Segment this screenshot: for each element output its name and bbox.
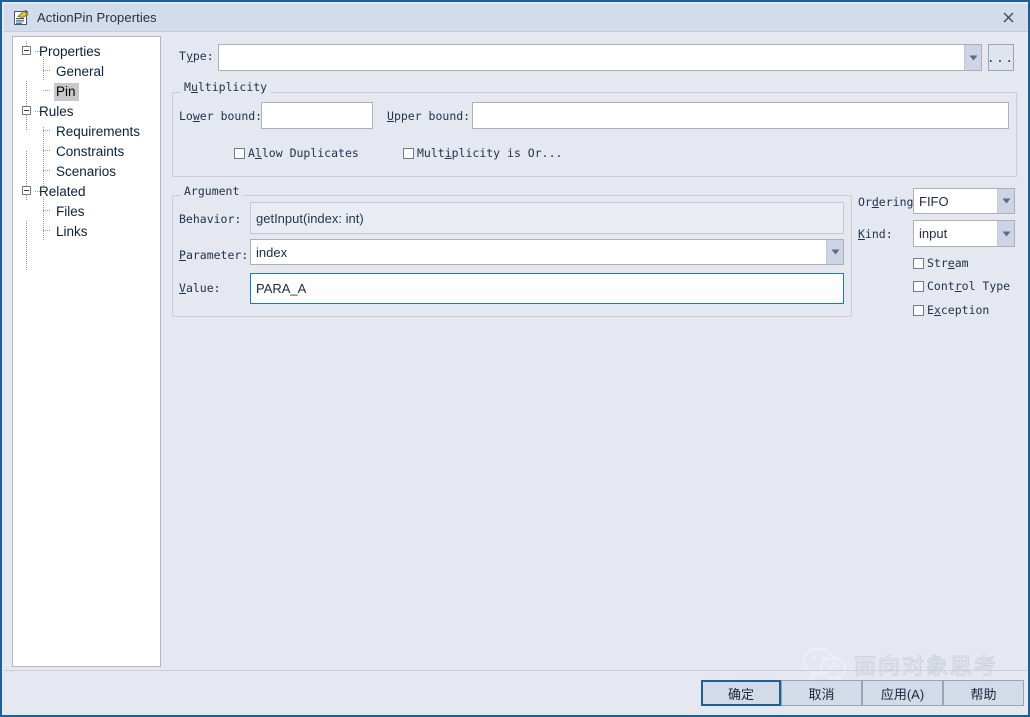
- tree-item-label: Rules: [39, 104, 74, 119]
- multiplicity-group-title: Multiplicity: [180, 80, 272, 94]
- watermark-text: 面向对象思考: [853, 654, 999, 680]
- type-browse-button[interactable]: ...: [987, 44, 1014, 71]
- ordering-combobox[interactable]: FIFO: [913, 188, 1015, 214]
- wechat-watermark: 面向对象思考: [802, 647, 1027, 683]
- tree-item-properties[interactable]: Properties: [37, 42, 104, 62]
- tree-item-label: Related: [39, 184, 86, 199]
- properties-document-icon: [13, 9, 31, 27]
- dialog-window: ActionPin Properties Properties General …: [0, 0, 1030, 717]
- tree-item-general[interactable]: General: [54, 62, 107, 82]
- checkbox-label: Control Type: [927, 279, 1011, 293]
- tree-item-constraints[interactable]: Constraints: [54, 142, 127, 162]
- checkbox-box: [913, 281, 924, 292]
- behavior-field: getInput(index: int): [250, 202, 844, 234]
- checkbox-label: Multiplicity is Or...: [417, 146, 563, 160]
- lower-bound-input[interactable]: [261, 102, 373, 129]
- chevron-down-icon[interactable]: [826, 240, 843, 264]
- checkbox-box: [913, 305, 924, 316]
- tree-item-label: Requirements: [56, 124, 141, 139]
- type-label: Type:: [179, 49, 214, 63]
- stream-checkbox[interactable]: Stream: [913, 257, 969, 270]
- parameter-combobox[interactable]: index: [250, 239, 844, 265]
- navigation-tree[interactable]: Properties General Pin Rules Requirement…: [12, 36, 161, 667]
- tree-line: [43, 70, 51, 71]
- allow-duplicates-checkbox[interactable]: Allow Duplicates: [234, 147, 359, 160]
- tree-item-links[interactable]: Links: [54, 222, 91, 242]
- tree-line: [43, 150, 51, 151]
- checkbox-box: [913, 258, 924, 269]
- kind-combobox[interactable]: input: [913, 220, 1015, 247]
- tree-line: [26, 221, 27, 271]
- checkbox-box: [403, 148, 414, 159]
- checkbox-label: Exception: [927, 303, 990, 317]
- ordering-value: FIFO: [919, 193, 949, 209]
- type-combobox[interactable]: [218, 44, 982, 71]
- tree-item-label: Files: [56, 204, 85, 219]
- tree-line: [43, 197, 44, 241]
- tree-item-pin[interactable]: Pin: [54, 82, 79, 102]
- tree-item-requirements[interactable]: Requirements: [54, 122, 143, 142]
- ordering-label: Ordering:: [858, 195, 921, 209]
- chevron-down-icon[interactable]: [964, 45, 981, 70]
- tree-item-files[interactable]: Files: [54, 202, 88, 222]
- upper-bound-label: Upper bound:: [387, 109, 471, 123]
- parameter-value: index: [256, 244, 288, 260]
- tree-item-label: Scenarios: [56, 164, 117, 179]
- value-input[interactable]: PARA_A: [250, 273, 844, 304]
- tree-expander-properties[interactable]: [22, 46, 31, 55]
- lower-bound-label: Lower bound:: [179, 109, 263, 123]
- parameter-label: Parameter:: [179, 248, 249, 262]
- value-label: Value:: [179, 281, 221, 295]
- footer-separator: [4, 670, 1028, 671]
- title-bar: ActionPin Properties: [4, 4, 1028, 32]
- chevron-down-icon[interactable]: [997, 189, 1014, 213]
- tree-line: [43, 170, 51, 171]
- kind-label: Kind:: [858, 227, 893, 241]
- help-button[interactable]: 帮助: [943, 680, 1024, 706]
- tree-line: [43, 90, 51, 91]
- checkbox-label: Allow Duplicates: [248, 146, 359, 160]
- tree-item-scenarios[interactable]: Scenarios: [54, 162, 119, 182]
- tree-item-label: Pin: [54, 83, 79, 101]
- behavior-label: Behavior:: [179, 212, 242, 226]
- multiplicity-is-ordered-checkbox[interactable]: Multiplicity is Or...: [403, 147, 562, 160]
- checkbox-box: [234, 148, 245, 159]
- tree-item-label: General: [56, 64, 105, 79]
- wechat-logo-icon: [802, 648, 847, 682]
- tree-line: [43, 210, 51, 211]
- argument-group-title: Argument: [180, 184, 244, 198]
- tree-item-rules[interactable]: Rules: [37, 102, 77, 122]
- tree-item-related[interactable]: Related: [37, 182, 89, 202]
- kind-value: input: [919, 226, 948, 241]
- apply-button[interactable]: 应用(A): [862, 680, 943, 706]
- tree-expander-rules[interactable]: [22, 106, 31, 115]
- tree-item-label: Properties: [39, 44, 101, 59]
- checkbox-label: Stream: [927, 256, 969, 270]
- upper-bound-input[interactable]: [472, 102, 1009, 129]
- exception-checkbox[interactable]: Exception: [913, 304, 989, 317]
- tree-line: [43, 130, 51, 131]
- ok-button[interactable]: 确定: [701, 680, 781, 706]
- close-button[interactable]: [986, 4, 1028, 31]
- tree-item-label: Constraints: [56, 144, 125, 159]
- window-title: ActionPin Properties: [37, 10, 157, 25]
- cancel-button[interactable]: 取消: [781, 680, 862, 706]
- control-type-checkbox[interactable]: Control Type: [913, 280, 1010, 293]
- chevron-down-icon[interactable]: [997, 221, 1014, 246]
- tree-expander-related[interactable]: [22, 186, 31, 195]
- tree-line: [43, 230, 51, 231]
- tree-item-label: Links: [56, 224, 88, 239]
